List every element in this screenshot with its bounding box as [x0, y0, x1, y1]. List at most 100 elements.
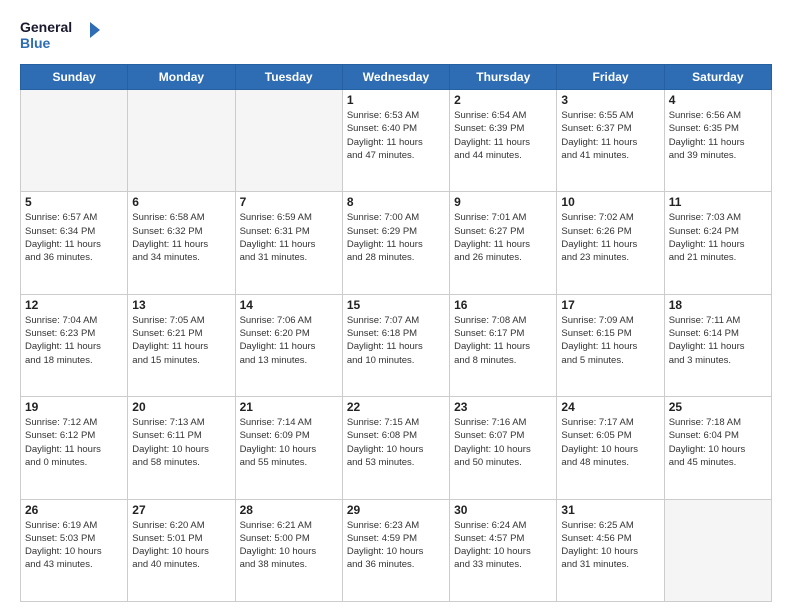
day-number: 20	[132, 400, 230, 414]
day-cell	[664, 499, 771, 601]
day-number: 30	[454, 503, 552, 517]
day-info: Sunrise: 7:13 AMSunset: 6:11 PMDaylight:…	[132, 416, 230, 469]
day-cell: 23 Sunrise: 7:16 AMSunset: 6:07 PMDayligh…	[450, 397, 557, 499]
day-cell	[235, 90, 342, 192]
day-info: Sunrise: 6:21 AMSunset: 5:00 PMDaylight:…	[240, 519, 338, 572]
day-number: 6	[132, 195, 230, 209]
calendar-page: General Blue SundayMondayTuesdayWednesda…	[0, 0, 792, 612]
day-info: Sunrise: 6:20 AMSunset: 5:01 PMDaylight:…	[132, 519, 230, 572]
svg-text:Blue: Blue	[20, 35, 51, 51]
day-info: Sunrise: 6:54 AMSunset: 6:39 PMDaylight:…	[454, 109, 552, 162]
day-info: Sunrise: 7:16 AMSunset: 6:07 PMDaylight:…	[454, 416, 552, 469]
day-number: 5	[25, 195, 123, 209]
week-row-4: 19 Sunrise: 7:12 AMSunset: 6:12 PMDayligh…	[21, 397, 772, 499]
day-cell	[21, 90, 128, 192]
day-header-thursday: Thursday	[450, 65, 557, 90]
day-number: 12	[25, 298, 123, 312]
day-info: Sunrise: 7:17 AMSunset: 6:05 PMDaylight:…	[561, 416, 659, 469]
day-info: Sunrise: 7:03 AMSunset: 6:24 PMDaylight:…	[669, 211, 767, 264]
week-row-1: 1Sunrise: 6:53 AMSunset: 6:40 PMDaylight…	[21, 90, 772, 192]
day-cell: 7 Sunrise: 6:59 AMSunset: 6:31 PMDaylight…	[235, 192, 342, 294]
day-number: 4	[669, 93, 767, 107]
day-info: Sunrise: 7:09 AMSunset: 6:15 PMDaylight:…	[561, 314, 659, 367]
day-cell: 24 Sunrise: 7:17 AMSunset: 6:05 PMDayligh…	[557, 397, 664, 499]
day-header-tuesday: Tuesday	[235, 65, 342, 90]
day-info: Sunrise: 7:04 AMSunset: 6:23 PMDaylight:…	[25, 314, 123, 367]
day-cell: 26 Sunrise: 6:19 AMSunset: 5:03 PMDayligh…	[21, 499, 128, 601]
day-cell: 17 Sunrise: 7:09 AMSunset: 6:15 PMDayligh…	[557, 294, 664, 396]
day-cell: 3 Sunrise: 6:55 AMSunset: 6:37 PMDaylight…	[557, 90, 664, 192]
day-info: Sunrise: 7:06 AMSunset: 6:20 PMDaylight:…	[240, 314, 338, 367]
day-cell: 8Sunrise: 7:00 AMSunset: 6:29 PMDaylight…	[342, 192, 449, 294]
day-info: Sunrise: 6:57 AMSunset: 6:34 PMDaylight:…	[25, 211, 123, 264]
day-cell: 28 Sunrise: 6:21 AMSunset: 5:00 PMDayligh…	[235, 499, 342, 601]
logo-svg: General Blue	[20, 16, 100, 56]
day-number: 27	[132, 503, 230, 517]
week-row-2: 5 Sunrise: 6:57 AMSunset: 6:34 PMDaylight…	[21, 192, 772, 294]
day-cell: 19 Sunrise: 7:12 AMSunset: 6:12 PMDayligh…	[21, 397, 128, 499]
day-cell: 6Sunrise: 6:58 AMSunset: 6:32 PMDaylight…	[128, 192, 235, 294]
day-number: 13	[132, 298, 230, 312]
day-cell: 30 Sunrise: 6:24 AMSunset: 4:57 PMDayligh…	[450, 499, 557, 601]
day-cell: 16 Sunrise: 7:08 AMSunset: 6:17 PMDayligh…	[450, 294, 557, 396]
day-info: Sunrise: 7:05 AMSunset: 6:21 PMDaylight:…	[132, 314, 230, 367]
day-number: 11	[669, 195, 767, 209]
day-cell: 27 Sunrise: 6:20 AMSunset: 5:01 PMDayligh…	[128, 499, 235, 601]
day-number: 23	[454, 400, 552, 414]
day-cell: 9 Sunrise: 7:01 AMSunset: 6:27 PMDaylight…	[450, 192, 557, 294]
day-info: Sunrise: 7:14 AMSunset: 6:09 PMDaylight:…	[240, 416, 338, 469]
week-row-3: 12 Sunrise: 7:04 AMSunset: 6:23 PMDayligh…	[21, 294, 772, 396]
day-info: Sunrise: 6:53 AMSunset: 6:40 PMDaylight:…	[347, 109, 445, 162]
day-info: Sunrise: 7:12 AMSunset: 6:12 PMDaylight:…	[25, 416, 123, 469]
day-cell	[128, 90, 235, 192]
day-info: Sunrise: 7:07 AMSunset: 6:18 PMDaylight:…	[347, 314, 445, 367]
day-cell: 21 Sunrise: 7:14 AMSunset: 6:09 PMDayligh…	[235, 397, 342, 499]
day-info: Sunrise: 6:55 AMSunset: 6:37 PMDaylight:…	[561, 109, 659, 162]
day-info: Sunrise: 6:19 AMSunset: 5:03 PMDaylight:…	[25, 519, 123, 572]
day-cell: 2Sunrise: 6:54 AMSunset: 6:39 PMDaylight…	[450, 90, 557, 192]
day-number: 25	[669, 400, 767, 414]
day-number: 7	[240, 195, 338, 209]
day-info: Sunrise: 7:15 AMSunset: 6:08 PMDaylight:…	[347, 416, 445, 469]
day-number: 26	[25, 503, 123, 517]
day-cell: 14 Sunrise: 7:06 AMSunset: 6:20 PMDayligh…	[235, 294, 342, 396]
day-header-saturday: Saturday	[664, 65, 771, 90]
day-info: Sunrise: 7:11 AMSunset: 6:14 PMDaylight:…	[669, 314, 767, 367]
day-info: Sunrise: 6:59 AMSunset: 6:31 PMDaylight:…	[240, 211, 338, 264]
day-cell: 29 Sunrise: 6:23 AMSunset: 4:59 PMDayligh…	[342, 499, 449, 601]
day-cell: 5 Sunrise: 6:57 AMSunset: 6:34 PMDaylight…	[21, 192, 128, 294]
day-number: 15	[347, 298, 445, 312]
day-number: 31	[561, 503, 659, 517]
day-header-sunday: Sunday	[21, 65, 128, 90]
day-cell: 20 Sunrise: 7:13 AMSunset: 6:11 PMDayligh…	[128, 397, 235, 499]
day-number: 16	[454, 298, 552, 312]
day-info: Sunrise: 7:01 AMSunset: 6:27 PMDaylight:…	[454, 211, 552, 264]
logo: General Blue	[20, 16, 100, 56]
header: General Blue	[20, 16, 772, 56]
day-number: 9	[454, 195, 552, 209]
day-number: 17	[561, 298, 659, 312]
day-info: Sunrise: 7:08 AMSunset: 6:17 PMDaylight:…	[454, 314, 552, 367]
svg-text:General: General	[20, 19, 72, 35]
day-info: Sunrise: 6:24 AMSunset: 4:57 PMDaylight:…	[454, 519, 552, 572]
day-number: 10	[561, 195, 659, 209]
day-cell: 18Sunrise: 7:11 AMSunset: 6:14 PMDayligh…	[664, 294, 771, 396]
day-cell: 4Sunrise: 6:56 AMSunset: 6:35 PMDaylight…	[664, 90, 771, 192]
day-cell: 12 Sunrise: 7:04 AMSunset: 6:23 PMDayligh…	[21, 294, 128, 396]
day-number: 22	[347, 400, 445, 414]
day-number: 21	[240, 400, 338, 414]
day-number: 3	[561, 93, 659, 107]
day-number: 24	[561, 400, 659, 414]
day-number: 19	[25, 400, 123, 414]
day-header-friday: Friday	[557, 65, 664, 90]
day-cell: 31 Sunrise: 6:25 AMSunset: 4:56 PMDayligh…	[557, 499, 664, 601]
day-header-monday: Monday	[128, 65, 235, 90]
day-info: Sunrise: 6:23 AMSunset: 4:59 PMDaylight:…	[347, 519, 445, 572]
day-cell: 1Sunrise: 6:53 AMSunset: 6:40 PMDaylight…	[342, 90, 449, 192]
day-number: 28	[240, 503, 338, 517]
day-number: 14	[240, 298, 338, 312]
day-number: 8	[347, 195, 445, 209]
day-number: 29	[347, 503, 445, 517]
day-cell: 15 Sunrise: 7:07 AMSunset: 6:18 PMDayligh…	[342, 294, 449, 396]
day-info: Sunrise: 6:25 AMSunset: 4:56 PMDaylight:…	[561, 519, 659, 572]
